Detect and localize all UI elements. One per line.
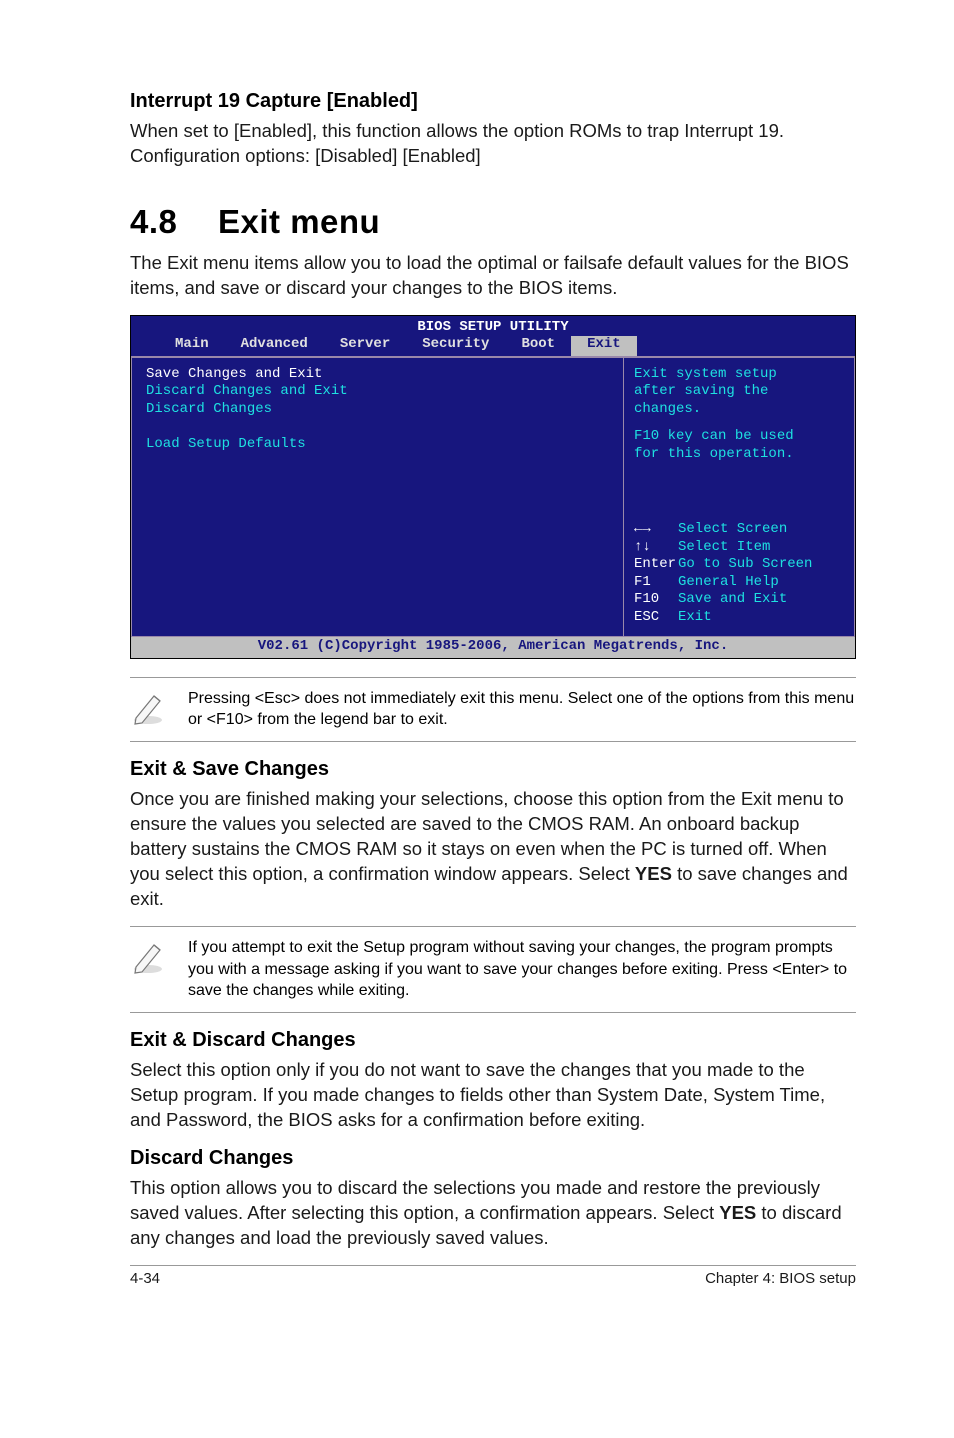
nav-key-esc: ESC [634, 609, 678, 627]
bios-help-3: changes. [634, 401, 844, 419]
bios-help-4: F10 key can be used [634, 428, 844, 446]
bios-item-save-exit: Save Changes and Exit [146, 366, 609, 384]
para-discard-a: This option allows you to discard the se… [130, 1177, 820, 1223]
heading-discard: Discard Changes [130, 1147, 856, 1170]
bios-title: BIOS SETUP UTILITY [131, 316, 855, 337]
para-interrupt19: When set to [Enabled], this function all… [130, 119, 856, 169]
note-box-2: If you attempt to exit the Setup program… [130, 926, 856, 1013]
bios-item-load-defaults: Load Setup Defaults [146, 436, 609, 454]
nav-val-sub-screen: Go to Sub Screen [678, 556, 812, 572]
nav-key-f10: F10 [634, 591, 678, 609]
para-exit-save-yes: YES [635, 863, 672, 884]
nav-val-exit: Exit [678, 609, 712, 625]
section-title: Exit menu [218, 203, 380, 240]
note-box-1: Pressing <Esc> does not immediately exit… [130, 677, 856, 742]
bios-tab-server: Server [324, 336, 406, 356]
nav-key-f1: F1 [634, 574, 678, 592]
bios-help-5: for this operation. [634, 446, 844, 464]
para-discard: This option allows you to discard the se… [130, 1176, 856, 1251]
bios-tab-advanced: Advanced [225, 336, 324, 356]
bios-help-1: Exit system setup [634, 366, 844, 384]
heading-exit-discard: Exit & Discard Changes [130, 1029, 856, 1052]
nav-val-select-item: Select Item [678, 539, 770, 555]
bios-nav-keys: ←→Select Screen ↑↓Select Item EnterGo to… [634, 521, 844, 626]
nav-val-help: General Help [678, 574, 779, 590]
para-discard-yes: YES [719, 1202, 756, 1223]
footer-chapter: Chapter 4: BIOS setup [705, 1270, 856, 1287]
bios-help-2: after saving the [634, 383, 844, 401]
bios-help-panel: Exit system setup after saving the chang… [623, 357, 855, 638]
bios-item-discard-exit: Discard Changes and Exit [146, 383, 609, 401]
section-intro: The Exit menu items allow you to load th… [130, 251, 856, 301]
para-exit-save: Once you are finished making your select… [130, 787, 856, 912]
footer-page-number: 4-34 [130, 1270, 160, 1287]
para-exit-discard: Select this option only if you do not wa… [130, 1058, 856, 1133]
bios-tab-security: Security [406, 336, 505, 356]
bios-footer: V02.61 (C)Copyright 1985-2006, American … [131, 637, 855, 658]
nav-key-lr: ←→ [634, 521, 678, 539]
bios-tab-exit: Exit [571, 336, 637, 356]
bios-menu-list: Save Changes and Exit Discard Changes an… [131, 357, 623, 638]
nav-val-select-screen: Select Screen [678, 521, 787, 537]
bios-tabs: Main Advanced Server Security Boot Exit [131, 336, 855, 356]
section-heading: 4.8Exit menu [130, 203, 856, 241]
page-footer: 4-34 Chapter 4: BIOS setup [130, 1265, 856, 1287]
nav-key-ud: ↑↓ [634, 539, 678, 557]
pencil-icon [130, 690, 166, 726]
bios-tab-boot: Boot [505, 336, 571, 356]
section-number: 4.8 [130, 203, 218, 241]
note-text-1: Pressing <Esc> does not immediately exit… [188, 688, 856, 731]
nav-val-save-exit: Save and Exit [678, 591, 787, 607]
heading-exit-save: Exit & Save Changes [130, 758, 856, 781]
bios-screenshot: BIOS SETUP UTILITY Main Advanced Server … [130, 315, 856, 659]
nav-key-enter: Enter [634, 556, 678, 574]
bios-tab-main: Main [159, 336, 225, 356]
note-text-2: If you attempt to exit the Setup program… [188, 937, 856, 1002]
bios-item-discard: Discard Changes [146, 401, 609, 419]
pencil-icon [130, 939, 166, 975]
heading-interrupt19: Interrupt 19 Capture [Enabled] [130, 90, 856, 113]
bios-spacer [146, 418, 609, 436]
